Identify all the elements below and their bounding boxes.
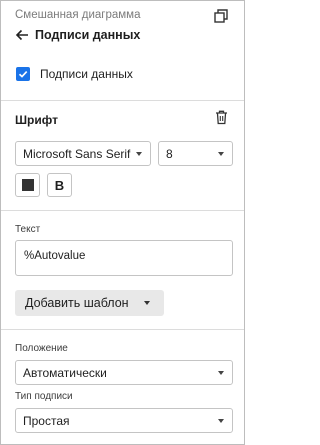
font-color-button[interactable] (15, 173, 40, 197)
add-template-label: Добавить шаблон (25, 296, 129, 310)
label-type-select[interactable]: Простая (15, 408, 233, 433)
font-color-swatch (21, 179, 34, 191)
arrow-left-icon (15, 29, 28, 41)
label-type-value: Простая (23, 414, 70, 428)
chevron-down-icon (136, 152, 142, 156)
position-value: Автоматически (23, 366, 107, 380)
restore-window-icon[interactable] (214, 9, 228, 23)
position-label: Положение (15, 343, 68, 354)
data-labels-checkbox-label: Подписи данных (40, 67, 133, 81)
text-template-field[interactable]: %Autovalue (15, 240, 233, 276)
chevron-down-icon (218, 419, 224, 423)
font-family-select[interactable]: Microsoft Sans Serif (15, 141, 151, 166)
bold-button[interactable]: B (47, 173, 72, 197)
font-family-value: Microsoft Sans Serif (23, 147, 131, 161)
data-labels-checkbox[interactable] (16, 67, 30, 81)
data-labels-checkbox-row[interactable]: Подписи данных (16, 67, 133, 81)
chevron-down-icon (144, 301, 150, 305)
label-type-label: Тип подписи (15, 391, 73, 402)
font-size-select[interactable]: 8 (158, 141, 233, 166)
panel-caption: Смешанная диаграмма (15, 9, 141, 21)
chevron-down-icon (218, 152, 224, 156)
bold-icon: B (54, 177, 65, 193)
font-section-title: Шрифт (15, 113, 58, 127)
trash-icon[interactable] (215, 110, 228, 125)
checkmark-icon (18, 71, 28, 78)
position-select[interactable]: Автоматически (15, 360, 233, 385)
page-title: Подписи данных (35, 28, 141, 42)
divider (1, 329, 244, 330)
divider (1, 100, 244, 101)
back-button[interactable]: Подписи данных (15, 26, 140, 44)
properties-panel: Смешанная диаграмма Подписи данных Подпи… (0, 0, 245, 445)
text-label: Текст (15, 224, 41, 235)
text-template-value: %Autovalue (24, 250, 86, 262)
chevron-down-icon (218, 371, 224, 375)
add-template-button[interactable]: Добавить шаблон (15, 290, 164, 316)
divider (1, 210, 244, 211)
font-size-value: 8 (166, 147, 173, 161)
